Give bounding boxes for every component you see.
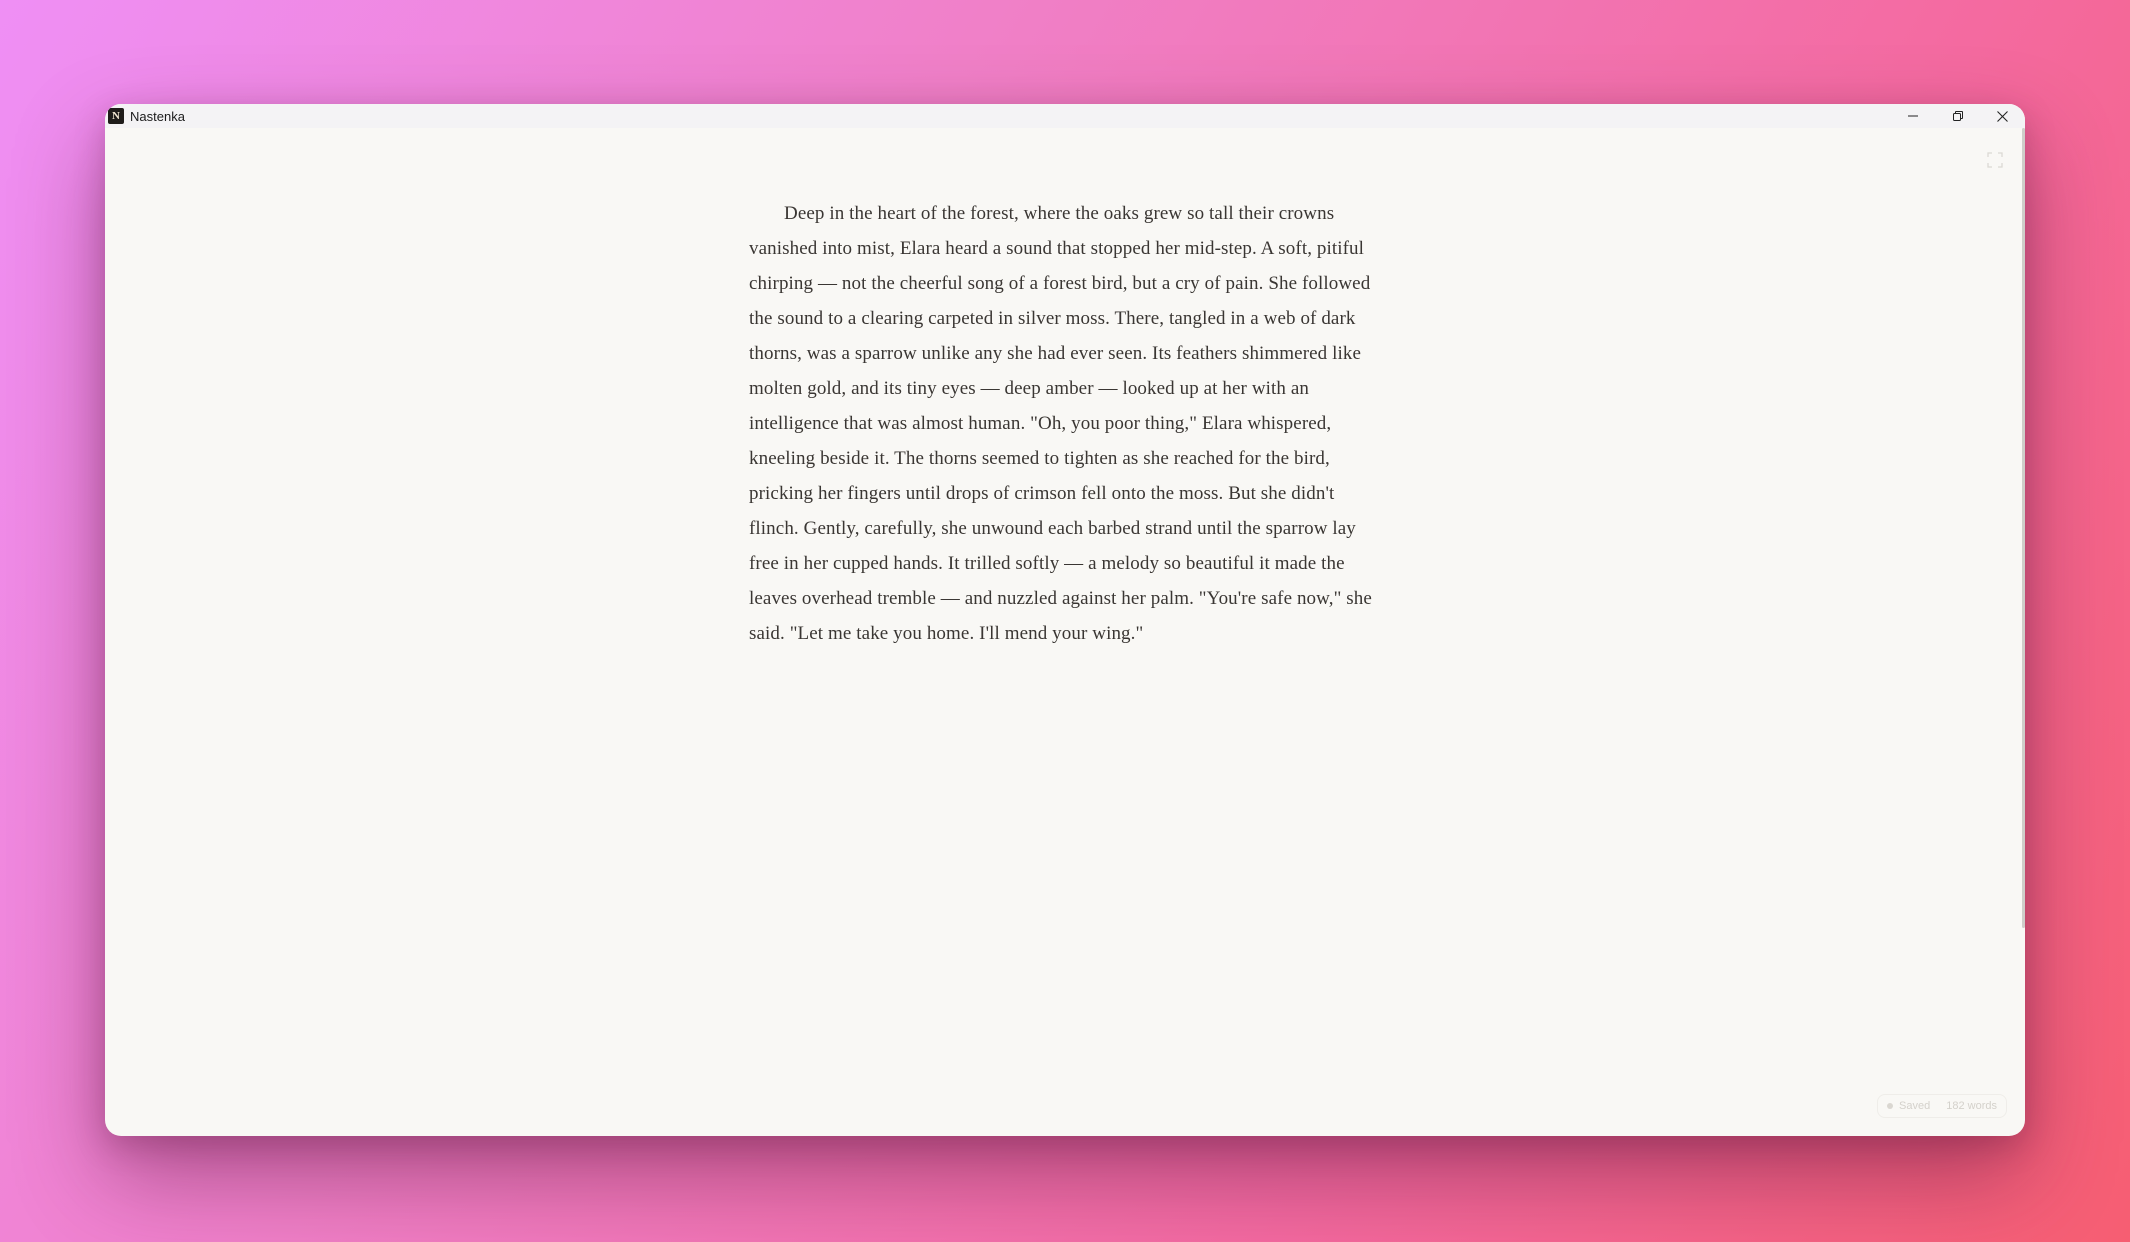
save-status-label: Saved <box>1899 1100 1931 1112</box>
status-bar: Saved 182 words <box>1877 1094 2007 1118</box>
word-count: 182 words <box>1946 1100 1997 1112</box>
close-button[interactable] <box>1980 104 2025 128</box>
close-icon <box>1997 110 2008 122</box>
restore-button[interactable] <box>1935 104 1980 128</box>
window-controls <box>1890 104 2025 128</box>
fullscreen-button[interactable] <box>1981 146 2009 174</box>
scrollbar[interactable] <box>2022 128 2025 928</box>
app-title: Nastenka <box>130 108 185 124</box>
story-paragraph[interactable]: Deep in the heart of the forest, where t… <box>749 196 1379 651</box>
app-logo-icon: N <box>108 108 124 124</box>
fullscreen-icon <box>1987 152 2003 168</box>
minimize-icon <box>1907 115 1918 117</box>
text-editor[interactable]: Deep in the heart of the forest, where t… <box>749 196 1379 651</box>
app-window: N Nastenka Deep in the heart of the fore… <box>105 104 2025 1136</box>
restore-icon <box>1952 111 1963 121</box>
save-status-dot <box>1887 1103 1894 1109</box>
title-bar[interactable]: N Nastenka <box>105 104 2025 128</box>
minimize-button[interactable] <box>1890 104 1935 128</box>
